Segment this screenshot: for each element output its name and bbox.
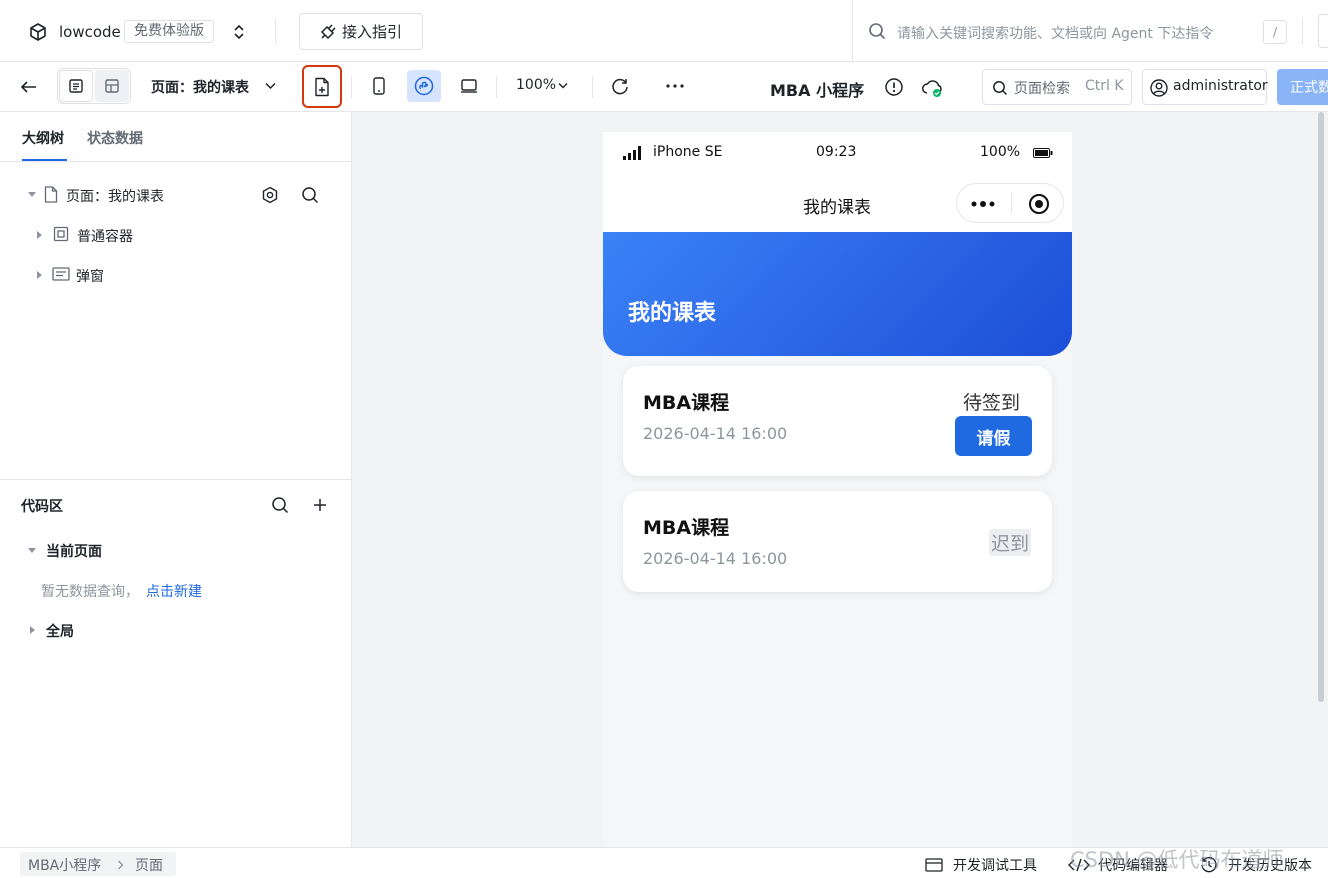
- tree-item-modal[interactable]: 弹窗: [76, 266, 104, 286]
- course-datetime: 2026-04-14 16:00: [643, 424, 788, 443]
- nav-title: 我的课表: [803, 198, 871, 218]
- miniprogram-preview-icon[interactable]: [407, 70, 441, 102]
- toolbar: 页面：我的课表 100% MBA 小程序 页面检索 Ctrl K adminis…: [0, 62, 1328, 112]
- topbar-extra-button[interactable]: [1318, 14, 1328, 48]
- status-bar: MBA小程序 页面 开发调试工具 代码编辑器 开发历史版本 CSDN @低代码布…: [0, 847, 1328, 878]
- divider: [0, 479, 351, 480]
- zoom-chevron-icon[interactable]: [558, 82, 568, 89]
- capsule-more-icon[interactable]: [971, 201, 995, 207]
- battery-percent: 100%: [980, 144, 1021, 160]
- user-name: administrator: [1173, 78, 1268, 94]
- page-search-label: 页面检索: [1014, 81, 1070, 97]
- app-title: MBA 小程序: [770, 81, 865, 100]
- chevron-down-icon[interactable]: [265, 82, 276, 90]
- refresh-icon[interactable]: [605, 71, 635, 101]
- current-page-caret[interactable]: [28, 548, 36, 553]
- capsule-close-icon[interactable]: [1028, 193, 1050, 215]
- phone-preview: iPhone SE 09:23 100% 我的课表 我的课表 MBA课程 202…: [603, 132, 1072, 847]
- watermark: CSDN @低代码布道师: [1070, 848, 1284, 872]
- breadcrumb-page[interactable]: 页面: [135, 855, 163, 875]
- carrier-label: iPhone SE: [653, 144, 723, 160]
- tab-outline[interactable]: 大纲树: [22, 128, 64, 148]
- battery-icon: [1033, 148, 1053, 158]
- add-icon[interactable]: [312, 497, 328, 513]
- course-title: MBA课程: [643, 517, 730, 539]
- current-page-section[interactable]: 当前页面: [46, 541, 102, 561]
- page-search-shortcut: Ctrl K: [1085, 78, 1124, 94]
- cloud-sync-icon[interactable]: [921, 78, 945, 98]
- mobile-preview-icon[interactable]: [364, 70, 394, 102]
- tree-expand-caret[interactable]: [28, 192, 36, 197]
- tree-item-container[interactable]: 普通容器: [77, 226, 133, 246]
- tree-search-icon[interactable]: [301, 186, 319, 204]
- left-panel: 大纲树 状态数据 页面：我的课表 普通容器 弹窗 代码区 当前页面 暂无数据查询…: [0, 112, 352, 847]
- top-bar: lowcode 免费体验版 接入指引 请输入关键词搜索功能、文档或向 Agent…: [0, 0, 1328, 62]
- publish-button[interactable]: 正式数: [1277, 69, 1328, 105]
- switch-chevron-icon[interactable]: [232, 24, 246, 40]
- tree-item-caret[interactable]: [37, 231, 42, 239]
- file-plus-icon: [313, 77, 331, 97]
- edition-badge: 免费体验版: [124, 20, 214, 43]
- more-icon[interactable]: [660, 71, 690, 101]
- page-file-icon: [44, 186, 58, 203]
- signal-icon: [623, 146, 643, 160]
- publish-label: 正式数: [1290, 80, 1328, 96]
- user-button[interactable]: administrator: [1142, 69, 1268, 105]
- course-card[interactable]: MBA课程 2026-04-14 16:00 迟到: [623, 491, 1052, 592]
- global-search-input[interactable]: 请输入关键词搜索功能、文档或向 Agent 下达指令: [897, 23, 1213, 43]
- app-name[interactable]: lowcode: [59, 23, 121, 41]
- active-tab-indicator: [22, 159, 67, 161]
- tree-item-caret[interactable]: [37, 271, 42, 279]
- desktop-preview-icon[interactable]: [454, 70, 484, 102]
- debug-tools-button[interactable]: 开发调试工具: [953, 855, 1037, 875]
- clock: 09:23: [816, 144, 857, 160]
- debug-tools-icon[interactable]: [925, 858, 943, 872]
- zoom-select[interactable]: 100%: [516, 77, 556, 93]
- page-view-icon[interactable]: [59, 70, 93, 102]
- tab-state-data[interactable]: 状态数据: [87, 128, 143, 148]
- create-query-link[interactable]: 点击新建: [146, 581, 202, 601]
- no-data-text: 暂无数据查询，: [41, 584, 139, 600]
- course-title: MBA课程: [643, 392, 730, 414]
- breadcrumb-chevron-icon: [117, 860, 124, 870]
- status-badge: 迟到: [989, 529, 1032, 556]
- user-avatar-icon: [1150, 79, 1168, 97]
- capsule-menu[interactable]: [956, 183, 1064, 223]
- global-section[interactable]: 全局: [46, 621, 74, 641]
- global-caret[interactable]: [30, 626, 35, 634]
- schedule-header: [603, 232, 1072, 356]
- cube-icon: [28, 22, 48, 42]
- breadcrumb-app[interactable]: MBA小程序: [28, 855, 101, 875]
- modal-icon: [52, 267, 70, 281]
- leave-button-label: 请假: [976, 428, 1011, 449]
- page-search-button[interactable]: 页面检索 Ctrl K: [982, 69, 1132, 105]
- status-badge: 待签到: [963, 392, 1021, 414]
- container-icon: [53, 226, 69, 242]
- course-card[interactable]: MBA课程 2026-04-14 16:00 待签到 请假: [623, 366, 1052, 476]
- tree-root-page[interactable]: 页面：我的课表: [66, 186, 164, 206]
- course-datetime: 2026-04-14 16:00: [643, 549, 788, 568]
- page-selector[interactable]: 页面：我的课表: [151, 77, 249, 97]
- back-arrow-icon[interactable]: [16, 74, 42, 100]
- code-search-icon[interactable]: [271, 496, 289, 514]
- add-page-button[interactable]: [302, 65, 342, 108]
- guide-button[interactable]: 接入指引: [299, 13, 423, 50]
- settings-hex-icon[interactable]: [261, 186, 279, 204]
- info-icon[interactable]: [884, 77, 904, 97]
- canvas-scrollbar[interactable]: [1318, 112, 1324, 702]
- search-icon: [868, 22, 886, 40]
- guide-label: 接入指引: [341, 23, 402, 41]
- leave-button[interactable]: 请假: [955, 416, 1032, 456]
- page-search-icon: [992, 80, 1008, 96]
- header-title: 我的课表: [628, 301, 717, 326]
- code-area-title: 代码区: [21, 499, 63, 515]
- plug-icon: [320, 23, 336, 40]
- search-shortcut-badge: /: [1263, 20, 1287, 44]
- layout-view-icon[interactable]: [95, 70, 129, 102]
